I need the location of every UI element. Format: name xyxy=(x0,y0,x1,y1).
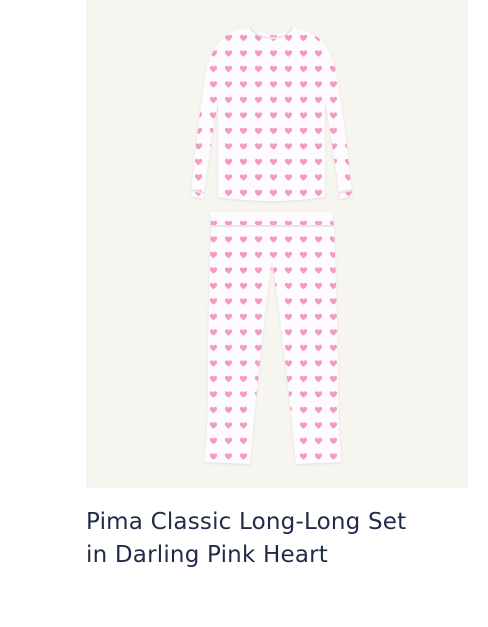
product-card[interactable]: Pima Classic Long-Long Set in Darling Pi… xyxy=(0,0,488,627)
product-photo xyxy=(190,27,353,464)
product-title[interactable]: Pima Classic Long-Long Set in Darling Pi… xyxy=(86,506,466,572)
product-title-line-2: in Darling Pink Heart xyxy=(86,542,328,568)
product-image[interactable] xyxy=(86,0,468,488)
long-sleeve-top-icon xyxy=(190,27,353,201)
pajama-pants-icon xyxy=(204,212,342,464)
product-title-line-1: Pima Classic Long-Long Set xyxy=(86,509,407,535)
